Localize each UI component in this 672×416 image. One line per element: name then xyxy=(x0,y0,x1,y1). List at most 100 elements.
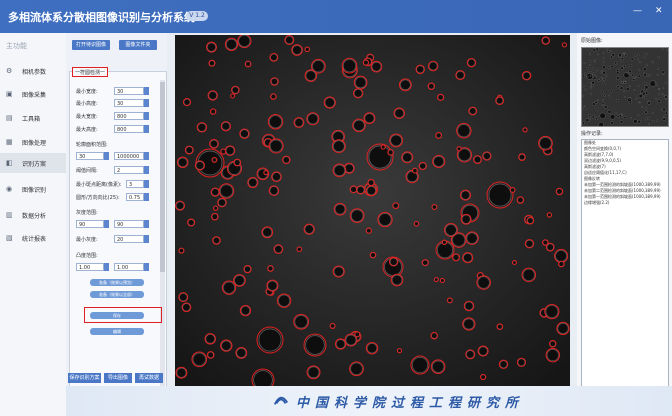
bubble xyxy=(211,213,218,220)
data-analysis-icon: ▥ xyxy=(6,211,13,219)
bubble xyxy=(457,124,471,138)
export-image-button[interactable]: 导出图像 xyxy=(104,373,132,383)
min-width-spinner[interactable] xyxy=(144,87,149,95)
gray-max-spinner[interactable] xyxy=(144,220,149,228)
close-button[interactable]: ✕ xyxy=(655,6,663,16)
sidebar-item-scheme[interactable]: ◧ 识别方案 xyxy=(0,153,66,173)
thumbnail-bubble xyxy=(582,84,585,88)
thumbnail-bubble xyxy=(620,66,624,70)
group-title: 一符圆检测一 xyxy=(72,67,108,77)
min-width-field[interactable]: 30 xyxy=(114,87,144,95)
circularity-field[interactable]: 0.75 xyxy=(126,193,144,201)
thumbnail-bubble xyxy=(607,50,610,53)
thumbnail-bubble xyxy=(661,70,665,74)
thumbnail-bubble xyxy=(638,69,641,72)
bubble xyxy=(416,65,425,74)
thumbnail-bubble xyxy=(594,75,597,78)
reset-data-button[interactable]: 再试数据 xyxy=(135,373,163,383)
thumbnail-bubble xyxy=(603,94,606,97)
max-width-label: 最大宽度: xyxy=(76,114,98,120)
bubble xyxy=(353,88,363,98)
bubble xyxy=(389,257,398,266)
thumbnail-bubble xyxy=(642,55,646,59)
area-max-spinner[interactable] xyxy=(144,152,149,160)
max-height-field[interactable]: 800 xyxy=(114,125,144,133)
min-height-spinner[interactable] xyxy=(144,99,149,107)
bubble xyxy=(205,334,216,344)
area-max-field[interactable]: 1000000 xyxy=(114,152,144,160)
bubble xyxy=(527,217,534,224)
right-panel: 原始图像: 操作记录: 图像处 颜色空间变换(0,0,?) 高斯滤波(7,7,0) 双… xyxy=(577,33,672,416)
thumbnail-bubble xyxy=(644,96,647,99)
min-gray-label: 最小灰度: xyxy=(76,237,98,243)
bubble xyxy=(238,35,251,47)
convex-min-spinner[interactable] xyxy=(104,263,109,271)
save-recognition-scheme-button[interactable]: 保存识别方案 xyxy=(68,373,101,383)
sidebar-item-analysis[interactable]: ▥ 数据分析 xyxy=(0,205,66,225)
area-min-spinner[interactable] xyxy=(104,152,109,160)
thumbnail-bubble xyxy=(618,53,622,57)
original-image-title: 原始图像: xyxy=(581,38,603,44)
apply-all-button[interactable]: 准备（效果以全部） xyxy=(90,291,144,298)
scrollbar-thumb[interactable] xyxy=(160,82,165,272)
area-range-label: 轮廓面积范围: xyxy=(76,142,108,148)
log-entry: 边缘增强(2.2) xyxy=(584,200,610,205)
thumbnail-bubble xyxy=(610,55,614,59)
bubble xyxy=(292,45,302,55)
thumbnail-bubble xyxy=(657,68,659,70)
min-height-field[interactable]: 30 xyxy=(114,99,144,107)
max-width-field[interactable]: 800 xyxy=(114,112,144,120)
thumbnail-bubble xyxy=(640,89,644,93)
thumbnail-bubble xyxy=(658,88,661,91)
open-image-button[interactable]: 打开待识图像 xyxy=(72,40,110,50)
edit-scheme-button[interactable]: 编辑 xyxy=(90,328,144,335)
min-gray-field[interactable]: 20 xyxy=(114,235,144,243)
thumbnail-bubble xyxy=(614,61,618,65)
thumbnail-bubble xyxy=(585,118,590,122)
min-width-label: 最小宽度: xyxy=(76,89,98,95)
sidebar-item-label: 统计报表 xyxy=(22,236,47,243)
min-dist-spinner[interactable] xyxy=(144,180,149,188)
open-folder-button[interactable]: 图像文件夹 xyxy=(119,40,157,50)
bubble xyxy=(517,196,524,204)
image-viewer[interactable] xyxy=(175,35,570,386)
thumbnail-bubble xyxy=(616,115,620,118)
step-spinner[interactable] xyxy=(144,166,149,174)
gray-min-field[interactable]: 90 xyxy=(76,220,104,228)
thumbnail-bubble xyxy=(591,115,595,119)
minimize-button[interactable]: — xyxy=(633,6,642,16)
convex-max-spinner[interactable] xyxy=(144,263,149,271)
area-min-field[interactable]: 30 xyxy=(76,152,104,160)
max-width-spinner[interactable] xyxy=(144,112,149,120)
bubble xyxy=(278,294,291,307)
sidebar-item-processing[interactable]: ▦ 图像处理 xyxy=(0,132,66,152)
bubble xyxy=(231,86,239,94)
thumbnail-bubble xyxy=(644,110,648,114)
thumbnail-bubble xyxy=(591,80,595,85)
convex-max-field[interactable]: 1.00 xyxy=(114,263,144,271)
step-field[interactable]: 2 xyxy=(114,166,144,174)
panel-scrollbar[interactable] xyxy=(160,80,165,386)
sidebar-item-capture[interactable]: ▣ 图像采集 xyxy=(0,84,66,104)
min-gray-spinner[interactable] xyxy=(144,235,149,243)
sidebar-item-camera[interactable]: ⚙ 相机参数 xyxy=(0,61,66,81)
thumbnail-bubble xyxy=(623,79,626,82)
apply-preview-button[interactable]: 准备（效果以预览） xyxy=(90,279,144,286)
sidebar-item-toolbox[interactable]: ▤ 工具箱 xyxy=(0,108,66,128)
gray-max-field[interactable]: 90 xyxy=(114,220,144,228)
thumbnail-bubble xyxy=(586,67,590,70)
operation-log[interactable]: 图像处 颜色空间变换(0,0,?) 高斯滤波(7,7,0) 双边滤波(9,9,0,0,… xyxy=(581,139,669,396)
sidebar-item-report[interactable]: ▧ 统计报表 xyxy=(0,228,66,248)
bubble xyxy=(463,318,475,330)
gray-min-spinner[interactable] xyxy=(104,220,109,228)
circularity-spinner[interactable] xyxy=(144,193,149,201)
thumbnail-bubble xyxy=(589,87,592,90)
original-image-thumbnail[interactable] xyxy=(581,47,669,127)
sidebar-item-recognition[interactable]: ◉ 图像识别 xyxy=(0,179,66,199)
convex-min-field[interactable]: 1.00 xyxy=(76,263,104,271)
thumbnail-bubble xyxy=(592,72,596,75)
min-dist-field[interactable]: 3 xyxy=(126,180,144,188)
app-title: 多相流体系分散相图像识别与分析系统 xyxy=(8,11,195,24)
thumbnail-bubble xyxy=(588,114,591,117)
max-height-spinner[interactable] xyxy=(144,125,149,133)
